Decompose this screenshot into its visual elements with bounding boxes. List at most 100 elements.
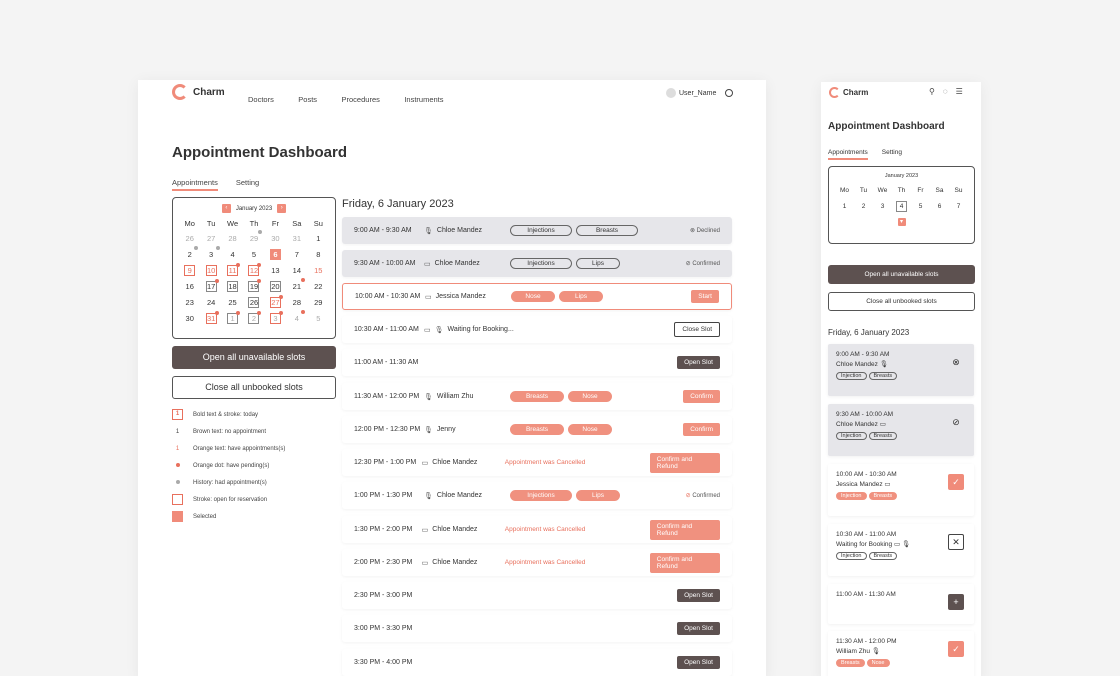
calendar-day[interactable]: 15 — [313, 265, 324, 276]
calendar-day[interactable]: 4 — [291, 310, 306, 324]
calendar-day[interactable]: 30 — [184, 313, 195, 324]
calendar-day[interactable]: 8 — [313, 249, 324, 260]
calendar-day[interactable]: 17 — [205, 279, 219, 292]
slot-row[interactable]: 10:30 AM - 11:00 AM ▭ 🎙 Waiting for Bookin… — [342, 316, 732, 343]
user-icon[interactable]: ⚲ — [929, 87, 935, 96]
calendar-day[interactable]: 7 — [291, 249, 302, 260]
calendar-day[interactable]: 31 — [291, 233, 302, 244]
slot-card[interactable]: 9:00 AM - 9:30 AM Chloe Mandez 🎙 Injecti… — [828, 344, 974, 396]
check-icon[interactable]: ✓ — [948, 474, 964, 490]
tab-appointments[interactable]: Appointments — [828, 149, 868, 160]
slot-card[interactable]: 10:00 AM - 10:30 AM Jessica Mandez ▭ Inj… — [828, 464, 974, 516]
calendar-day[interactable]: 26 — [184, 233, 195, 244]
nav-instruments[interactable]: Instruments — [404, 95, 443, 104]
calendar-day[interactable]: 20 — [269, 281, 281, 292]
calendar-day[interactable]: 27 — [206, 233, 217, 244]
calendar-day[interactable]: 30 — [270, 233, 281, 244]
start-button[interactable]: Start — [691, 290, 719, 303]
calendar-day[interactable]: 3 — [269, 311, 283, 324]
prev-month-icon[interactable]: ‹ — [221, 204, 231, 213]
slot-row[interactable]: 11:00 AM - 11:30 AM Open Slot — [342, 349, 732, 376]
calendar-day[interactable]: 19 — [248, 279, 262, 292]
slot-card[interactable]: 10:30 AM - 11:00 AM Waiting for Booking … — [828, 524, 974, 576]
calendar-day[interactable]: 21 — [291, 278, 306, 292]
slot-card[interactable]: 9:30 AM - 10:00 AM Chloe Mandez ▭ Inject… — [828, 404, 974, 456]
calendar-day[interactable]: 4 — [227, 249, 238, 260]
calendar-day[interactable]: 25 — [227, 297, 238, 308]
next-month-icon[interactable]: › — [277, 204, 287, 213]
slot-row[interactable]: 2:30 PM - 3:00 PM Open Slot — [342, 582, 732, 609]
menu-icon[interactable]: ☰ — [956, 87, 963, 96]
calendar-day[interactable]: 11 — [227, 263, 241, 276]
slot-row[interactable]: 1:00 PM - 1:30 PM 🎙 Chloe Mandez Injectio… — [342, 482, 732, 509]
calendar-day[interactable]: 3 — [877, 201, 888, 212]
tab-setting[interactable]: Setting — [882, 149, 902, 160]
calendar-day[interactable]: 7 — [953, 201, 964, 212]
close-unbooked-button[interactable]: Close all unbooked slots — [828, 292, 975, 311]
calendar-day[interactable]: 23 — [184, 297, 195, 308]
nav-doctors[interactable]: Doctors — [248, 95, 274, 104]
calendar-day[interactable]: 18 — [227, 281, 239, 292]
calendar-day[interactable]: 12 — [248, 263, 262, 276]
calendar-day[interactable]: 1 — [839, 201, 850, 212]
slot-row[interactable]: 11:30 AM - 12:00 PM 🎙 William Zhu Breasts… — [342, 383, 732, 410]
calendar-day[interactable]: 9 — [184, 265, 196, 276]
add-icon[interactable]: + — [948, 594, 964, 610]
calendar-day[interactable]: 22 — [313, 281, 324, 292]
slot-card[interactable]: 11:30 AM - 12:00 PM William Zhu 🎙 Breast… — [828, 631, 974, 676]
open-unavailable-button[interactable]: Open all unavailable slots — [828, 265, 975, 284]
nav-posts[interactable]: Posts — [298, 95, 317, 104]
tab-appointments[interactable]: Appointments — [172, 178, 218, 191]
logo[interactable]: Charm — [172, 84, 225, 100]
calendar-day[interactable]: 13 — [270, 265, 281, 276]
calendar-day[interactable]: 24 — [206, 297, 217, 308]
calendar-day[interactable]: 4 — [896, 201, 907, 212]
slot-row[interactable]: 9:30 AM - 10:00 AM ▭ Chloe Mandez Injecti… — [342, 250, 732, 277]
calendar-day[interactable]: 29 — [248, 230, 263, 244]
calendar-day-selected[interactable]: 6 — [269, 249, 281, 260]
calendar-day[interactable]: 2 — [858, 201, 869, 212]
calendar-day[interactable]: 28 — [291, 297, 302, 308]
slot-row[interactable]: 12:00 PM - 12:30 PM 🎙 Jenny Breasts Nose C… — [342, 416, 732, 443]
calendar-day[interactable]: 14 — [291, 265, 302, 276]
calendar-day[interactable]: 5 — [915, 201, 926, 212]
calendar-day[interactable]: 3 — [206, 246, 220, 260]
slot-row[interactable]: 12:30 PM - 1:00 PM ▭ Chloe Mandez Appoint… — [342, 449, 732, 476]
tab-setting[interactable]: Setting — [236, 178, 259, 191]
close-icon[interactable]: ✕ — [948, 534, 964, 550]
confirm-button[interactable]: Confirm — [683, 423, 720, 436]
calendar-day[interactable]: 29 — [313, 297, 324, 308]
close-slot-button[interactable]: Close Slot — [674, 322, 720, 337]
calendar-day[interactable]: 6 — [934, 201, 945, 212]
check-icon[interactable]: ✓ — [948, 641, 964, 657]
search-icon[interactable] — [725, 89, 734, 97]
slot-row[interactable]: 9:00 AM - 9:30 AM 🎙 Chloe Mandez Injectio… — [342, 217, 732, 244]
close-unbooked-button[interactable]: Close all unbooked slots — [172, 376, 336, 399]
confirm-refund-button[interactable]: Confirm and Refund — [649, 552, 720, 573]
calendar-day[interactable]: 2 — [248, 311, 262, 324]
calendar-day[interactable]: 26 — [248, 297, 260, 308]
slot-card[interactable]: 11:00 AM - 11:30 AM + — [828, 584, 974, 624]
confirm-refund-button[interactable]: Confirm and Refund — [649, 519, 720, 540]
slot-row[interactable]: 1:30 PM - 2:00 PM ▭ Chloe Mandez Appointm… — [342, 516, 732, 543]
open-slot-button[interactable]: Open Slot — [677, 589, 720, 602]
open-unavailable-button[interactable]: Open all unavailable slots — [172, 346, 336, 369]
slot-row[interactable]: 10:00 AM - 10:30 AM ▭ Jessica Mandez Nose… — [342, 283, 732, 310]
slot-row[interactable]: 3:30 PM - 4:00 PM Open Slot — [342, 649, 732, 676]
open-slot-button[interactable]: Open Slot — [677, 622, 720, 635]
open-slot-button[interactable]: Open Slot — [677, 656, 720, 669]
calendar-day[interactable]: 5 — [313, 313, 324, 324]
chat-icon[interactable]: ◌ — [943, 87, 948, 96]
expand-calendar-icon[interactable]: ▾ — [897, 218, 906, 226]
slot-row[interactable]: 2:00 PM - 2:30 PM ▭ Chloe Mandez Appointm… — [342, 549, 732, 576]
calendar-day[interactable]: 16 — [184, 281, 195, 292]
calendar-day[interactable]: 27 — [269, 295, 283, 308]
calendar-day[interactable]: 28 — [227, 233, 238, 244]
calendar-day[interactable]: 31 — [205, 311, 219, 324]
open-slot-button[interactable]: Open Slot — [677, 356, 720, 369]
slot-row[interactable]: 3:00 PM - 3:30 PM Open Slot — [342, 615, 732, 642]
mobile-logo[interactable]: Charm — [829, 87, 868, 98]
confirm-refund-button[interactable]: Confirm and Refund — [649, 452, 720, 473]
calendar-day[interactable]: 5 — [248, 249, 259, 260]
calendar-day[interactable]: 10 — [205, 265, 217, 276]
